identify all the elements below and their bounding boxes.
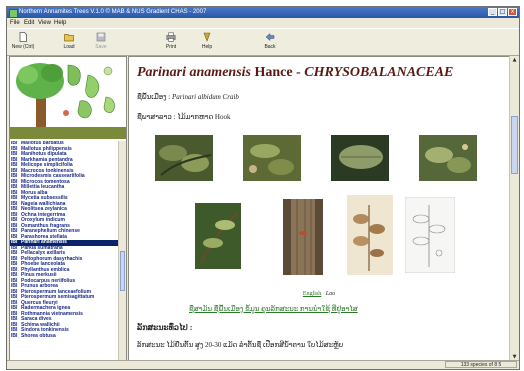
back-button[interactable]: Back bbox=[256, 31, 284, 53]
minimize-button[interactable]: _ bbox=[488, 8, 497, 16]
load-button-label: Load bbox=[63, 44, 75, 50]
species-list: IBI Mallotus barbatus IBI Mallotus philippe… bbox=[10, 141, 118, 361]
reference-link[interactable]: ຊື່ສາມັນ ຊື່ພື້ນເມືອງ ຂໍ້ມູນ ຄຸນລັກສະນະ … bbox=[189, 305, 358, 313]
leaves-photo-1[interactable] bbox=[155, 135, 213, 181]
synonym-value: Parinari albidum Craib bbox=[172, 93, 239, 101]
local-name-line: ຊື່ພາສາລາວ : ໄມ້ມາກຫາດ Hook bbox=[137, 113, 230, 121]
species-panel: IBI Mallotus barbatus IBI Mallotus philippe… bbox=[9, 56, 127, 362]
species-list-scroll-thumb[interactable] bbox=[120, 251, 125, 291]
lao-link[interactable]: Lao bbox=[326, 291, 335, 297]
maximize-button[interactable]: □ bbox=[498, 8, 507, 16]
title-bar: Northern Annamites Trees V.1.0 © MAB & N… bbox=[7, 7, 519, 18]
species-heading: Parinari anamensis Hance - CHRYSOBALANAC… bbox=[137, 65, 453, 81]
close-button[interactable]: x bbox=[508, 8, 517, 16]
leaves-photo-2[interactable] bbox=[243, 135, 301, 181]
help-button-label: Help bbox=[201, 44, 213, 50]
language-links: English Lao bbox=[129, 291, 509, 297]
open-folder-icon bbox=[64, 34, 74, 42]
help-button[interactable]: Help bbox=[193, 31, 221, 53]
menu-edit[interactable]: Edit bbox=[24, 19, 34, 27]
help-icon bbox=[203, 32, 211, 42]
back-button-label: Back bbox=[264, 44, 276, 50]
save-button-label: Save bbox=[95, 44, 107, 50]
window-title: Northern Annamites Trees V.1.0 © MAB & N… bbox=[19, 9, 207, 15]
menu-bar: File Edit View Help bbox=[7, 18, 519, 28]
synonym-line: ຊື່ພື້ນເມືອງ : Parinari albidum Craib bbox=[137, 93, 239, 101]
menu-help[interactable]: Help bbox=[54, 19, 66, 27]
scroll-up-arrow-icon[interactable]: ▲ bbox=[511, 57, 518, 64]
status-count: 133 species of 8 5 bbox=[445, 361, 517, 368]
branch-photo[interactable] bbox=[195, 203, 241, 269]
detail-scrollbar[interactable]: ▲ ▼ bbox=[509, 56, 519, 362]
toolbar: New (Ctrl) Load Save Print Help Back bbox=[7, 28, 519, 56]
section-title: ລັກສະນະທົ່ວໄປ : bbox=[137, 323, 193, 332]
print-button[interactable]: Print bbox=[157, 31, 185, 53]
load-button[interactable]: Load bbox=[55, 31, 83, 53]
english-link[interactable]: English bbox=[303, 291, 321, 297]
app-window: Northern Annamites Trees V.1.0 © MAB & N… bbox=[6, 6, 520, 370]
species-list-scrollbar[interactable] bbox=[118, 141, 126, 361]
leaves-photo-4[interactable] bbox=[419, 135, 477, 181]
species-author: Hance bbox=[254, 65, 293, 80]
species-list-item[interactable]: IBI Shorea obtusa bbox=[10, 332, 118, 340]
menu-view[interactable]: View bbox=[38, 19, 51, 27]
local-name-value: ໄມ້ມາກຫາດ Hook bbox=[177, 113, 231, 121]
synonym-label: ຊື່ພື້ນເມືອງ : bbox=[137, 93, 171, 101]
save-button[interactable]: Save bbox=[87, 31, 115, 53]
detail-scroll-thumb[interactable] bbox=[511, 116, 518, 174]
section-text: ລັກສະນະ ໄມ້ຢືນຕົ້ນ ສູງ 20-30 ແມັດ ລໍາຕົ້… bbox=[137, 341, 344, 349]
local-name-label: ຊື່ພາສາລາວ : bbox=[137, 113, 176, 121]
print-icon bbox=[166, 32, 176, 42]
back-arrow-icon bbox=[265, 32, 275, 42]
leaf-photo-3[interactable] bbox=[331, 135, 389, 181]
botanical-drawing[interactable] bbox=[405, 197, 455, 273]
status-bar: 133 species of 8 5 bbox=[7, 360, 519, 369]
save-icon bbox=[96, 32, 106, 42]
tree-illustration bbox=[10, 57, 126, 139]
species-name: Shorea obtusa bbox=[21, 332, 56, 339]
new-file-icon bbox=[19, 32, 27, 42]
print-button-label: Print bbox=[165, 44, 177, 50]
bark-photo[interactable] bbox=[283, 199, 323, 275]
herbarium-specimen-photo[interactable] bbox=[347, 195, 393, 275]
app-icon bbox=[9, 9, 18, 18]
menu-file[interactable]: File bbox=[10, 19, 20, 27]
species-detail-panel: Parinari anamensis Hance - CHRYSOBALANAC… bbox=[128, 56, 510, 362]
scientific-name: Parinari anamensis bbox=[137, 65, 251, 80]
species-family: CHRYSOBALANACEAE bbox=[304, 65, 454, 80]
species-code: IBI bbox=[11, 332, 18, 339]
new-button-label: New (Ctrl) bbox=[11, 44, 35, 50]
new-button[interactable]: New (Ctrl) bbox=[9, 31, 37, 53]
